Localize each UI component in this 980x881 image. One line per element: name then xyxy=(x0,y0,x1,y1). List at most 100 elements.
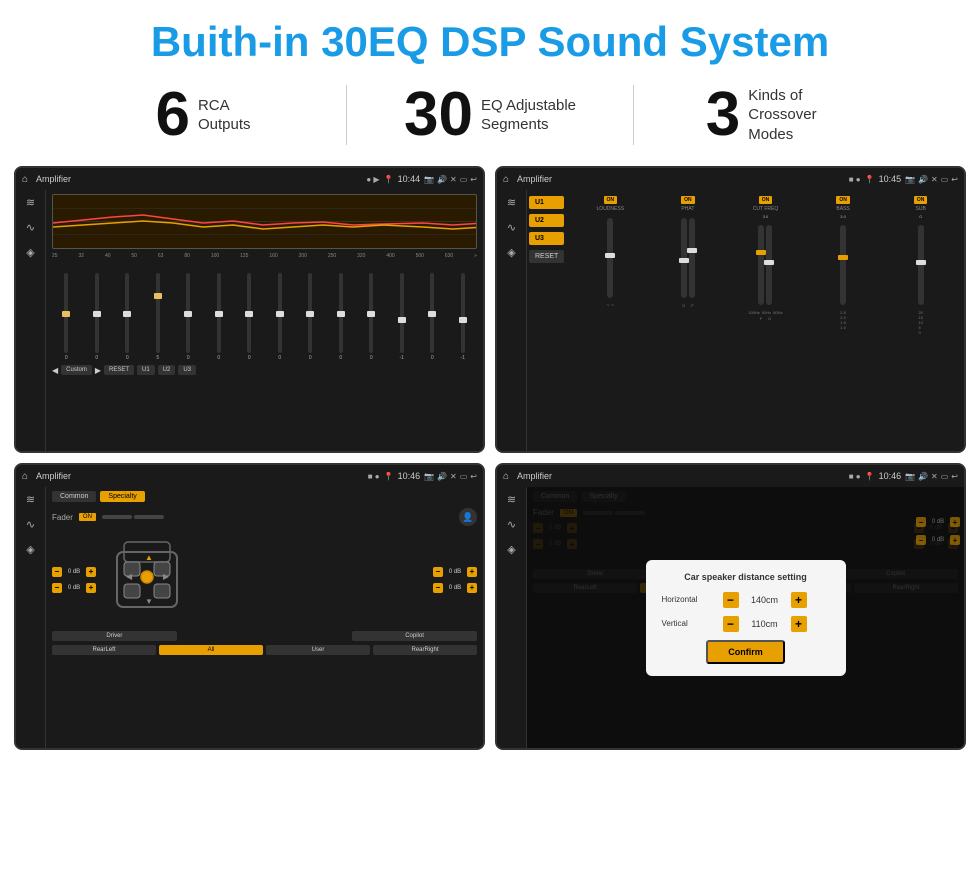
fader-track-1[interactable] xyxy=(102,515,132,519)
tab-common[interactable]: Common xyxy=(52,491,96,502)
right-rear-plus[interactable]: + xyxy=(467,583,477,593)
bottom-buttons: Driver Copilot xyxy=(52,631,477,641)
location-icon-3: 📍 xyxy=(384,472,394,481)
more-icon[interactable]: » xyxy=(474,253,477,259)
cutfreq-on[interactable]: ON xyxy=(759,196,773,204)
preset-label: Custom xyxy=(61,365,92,375)
left-rear-plus[interactable]: + xyxy=(86,583,96,593)
bass-slider-1[interactable] xyxy=(840,225,846,305)
screen-amp-title: Amplifier xyxy=(517,174,845,184)
speaker-sidebar-icon[interactable]: ◈ xyxy=(26,246,34,259)
home-icon-3[interactable]: ⌂ xyxy=(22,471,28,482)
bass-on[interactable]: ON xyxy=(836,196,850,204)
right-rear-minus[interactable]: − xyxy=(433,583,443,593)
x-icon: ✕ xyxy=(450,175,457,184)
cutfreq-slider-2[interactable] xyxy=(766,225,772,305)
x-icon-3: ✕ xyxy=(450,472,457,481)
next-button[interactable]: ▶ xyxy=(95,366,101,375)
stat-rca-number: 6 xyxy=(155,84,189,146)
driver-button[interactable]: Driver xyxy=(52,631,177,641)
user-button[interactable]: User xyxy=(266,645,370,655)
fader-track-2[interactable] xyxy=(134,515,164,519)
phat-label: PHAT xyxy=(681,206,694,212)
confirm-button[interactable]: Confirm xyxy=(706,640,785,664)
stat-rca-label2: Outputs xyxy=(198,115,251,135)
reset-button-amp[interactable]: RESET xyxy=(529,250,564,263)
camera-icon-4: 📷 xyxy=(905,472,915,481)
vertical-plus[interactable]: + xyxy=(791,616,807,632)
rearleft-button[interactable]: RearLeft xyxy=(52,645,156,655)
freq-40: 40 xyxy=(105,253,111,259)
rearright-button[interactable]: RearRight xyxy=(373,645,477,655)
right-rear-val: 0 dB xyxy=(444,585,466,591)
u1-button[interactable]: U1 xyxy=(137,365,155,375)
car-svg: ▲ ▼ ◀ ▶ xyxy=(102,532,192,622)
location-icon-4: 📍 xyxy=(865,472,875,481)
loudness-slider-1[interactable] xyxy=(607,218,613,298)
wave-sidebar-icon-3[interactable]: ∿ xyxy=(26,518,35,531)
speaker-sidebar-icon-3[interactable]: ◈ xyxy=(26,543,34,556)
svg-text:◀: ◀ xyxy=(126,572,133,581)
channel-sub: ON SUB G 20151050 xyxy=(883,196,958,447)
vertical-minus[interactable]: − xyxy=(723,616,739,632)
speaker-sidebar-icon-2[interactable]: ◈ xyxy=(507,246,515,259)
copilot-button[interactable]: Copilot xyxy=(352,631,477,641)
u2-button[interactable]: U2 xyxy=(158,365,176,375)
bottom-buttons-2: RearLeft All User RearRight xyxy=(52,645,477,655)
tab-specialty[interactable]: Specialty xyxy=(100,491,144,502)
left-rear-minus[interactable]: − xyxy=(52,583,62,593)
sub-slider-1[interactable] xyxy=(918,225,924,305)
stat-crossover-label1: Kinds of xyxy=(748,86,848,106)
loudness-on[interactable]: ON xyxy=(604,196,618,204)
dialog-horizontal-row: Horizontal − 140cm + xyxy=(662,592,830,608)
right-front-plus[interactable]: + xyxy=(467,567,477,577)
camera-icon-3: 📷 xyxy=(424,472,434,481)
left-front-minus[interactable]: − xyxy=(52,567,62,577)
camera-icon-2: 📷 xyxy=(905,175,915,184)
speaker-sidebar-icon-4[interactable]: ◈ xyxy=(507,543,515,556)
phat-slider-2[interactable] xyxy=(689,218,695,298)
eq-slider-9: 0 xyxy=(296,273,325,361)
eq-sidebar-icon-4[interactable]: ≋ xyxy=(507,493,516,506)
wave-sidebar-icon[interactable]: ∿ xyxy=(26,221,35,234)
back-icon-4: ↩ xyxy=(951,472,958,481)
home-icon-2[interactable]: ⌂ xyxy=(503,174,509,185)
screen-dist-main: Common Specialty Fader ON −0 dB+ xyxy=(527,487,964,748)
vertical-value: 110cm xyxy=(745,619,785,629)
reset-button[interactable]: RESET xyxy=(104,365,134,375)
phat-on[interactable]: ON xyxy=(681,196,695,204)
stat-crossover-label2: Crossover Modes xyxy=(748,105,848,144)
amp-channels: ON LOUDNESS ~ ~ ON PHAT xyxy=(573,194,958,447)
phat-sliders xyxy=(681,215,695,301)
window-icon-3: ▭ xyxy=(460,472,468,481)
stat-crossover-number: 3 xyxy=(706,84,740,146)
wave-sidebar-icon-2[interactable]: ∿ xyxy=(507,221,516,234)
u3-button[interactable]: U3 xyxy=(178,365,196,375)
sub-on[interactable]: ON xyxy=(914,196,928,204)
screen-fader-main: Common Specialty Fader ON 👤 xyxy=(46,487,483,748)
horizontal-plus[interactable]: + xyxy=(791,592,807,608)
horizontal-minus[interactable]: − xyxy=(723,592,739,608)
eq-sidebar-icon-2[interactable]: ≋ xyxy=(507,196,516,209)
eq-slider-11: 0 xyxy=(357,273,386,361)
home-icon[interactable]: ⌂ xyxy=(22,174,28,185)
wave-sidebar-icon-4[interactable]: ∿ xyxy=(507,518,516,531)
home-icon-4[interactable]: ⌂ xyxy=(503,471,509,482)
right-front-minus[interactable]: − xyxy=(433,567,443,577)
left-rear-db: − 0 dB + xyxy=(52,583,96,593)
eq-sidebar-icon-3[interactable]: ≋ xyxy=(26,493,35,506)
u1-button-amp[interactable]: U1 xyxy=(529,196,564,209)
phat-slider-1[interactable] xyxy=(681,218,687,298)
u2-button-amp[interactable]: U2 xyxy=(529,214,564,227)
prev-button[interactable]: ◀ xyxy=(52,366,58,375)
left-front-plus[interactable]: + xyxy=(86,567,96,577)
left-front-db: − 0 dB + xyxy=(52,567,96,577)
eq-slider-3: 0 xyxy=(113,273,142,361)
eq-sidebar-icon[interactable]: ≋ xyxy=(26,196,35,209)
screen-eq-title: Amplifier xyxy=(36,174,362,184)
eq-slider-4: 5 xyxy=(144,273,173,361)
u3-button-amp[interactable]: U3 xyxy=(529,232,564,245)
cutfreq-slider-1[interactable] xyxy=(758,225,764,305)
all-button[interactable]: All xyxy=(159,645,263,655)
right-front-val: 0 dB xyxy=(444,569,466,575)
